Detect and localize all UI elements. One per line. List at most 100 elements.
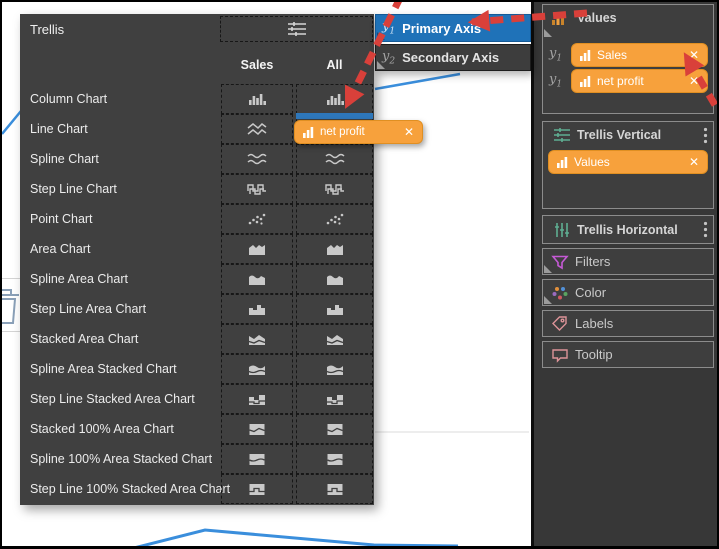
kebab-menu-icon[interactable] [703, 127, 708, 144]
menu-item-primary-axis[interactable]: y1 Primary Axis [375, 14, 531, 42]
step-line-100-stacked-area-chart-icon [247, 481, 267, 497]
section-tooltip[interactable]: Tooltip [542, 341, 714, 368]
field-pill-net-profit[interactable]: net profit ✕ [571, 69, 708, 93]
bar-series-icon [557, 156, 568, 169]
field-pill-values[interactable]: Values ✕ [548, 150, 708, 174]
bar-series-icon [580, 75, 591, 88]
chart-type-label: Spline Chart [30, 144, 99, 174]
section-color[interactable]: Color [542, 279, 714, 306]
bar-series-icon [303, 126, 314, 139]
chart-type-cell[interactable] [221, 264, 293, 294]
resize-grip-icon [544, 29, 552, 37]
chart-type-cell[interactable] [221, 324, 293, 354]
chart-type-row: Spline 100% Area Stacked Chart [20, 444, 374, 474]
step-line-chart-icon [247, 181, 267, 197]
spline-chart-icon [247, 151, 267, 167]
chart-type-cell[interactable] [296, 444, 373, 474]
trellis-icon [285, 20, 309, 38]
clipped-toolbar-button[interactable] [2, 278, 21, 332]
pill-label: net profit [597, 74, 644, 88]
chart-type-cell[interactable] [221, 474, 293, 504]
spline-100-area-stacked-chart-icon [325, 451, 345, 467]
chart-type-popup: Trellis Sales All Column ChartLine Chart… [20, 14, 374, 505]
y1-prefix: y1 [549, 46, 571, 64]
well-title: Trellis Vertical [577, 128, 661, 142]
chart-type-cell[interactable] [221, 144, 293, 174]
chart-type-label: Step Line Chart [30, 174, 117, 204]
chart-type-cell[interactable] [221, 114, 293, 144]
area-chart-icon [325, 241, 345, 257]
column-chart-icon [325, 91, 345, 107]
chart-type-cell[interactable] [296, 174, 373, 204]
chart-type-row: Spline Area Stacked Chart [20, 354, 374, 384]
chart-type-cell[interactable] [221, 384, 293, 414]
chart-type-cell[interactable] [221, 174, 293, 204]
chart-type-cell[interactable] [296, 294, 373, 324]
remove-field-icon[interactable]: ✕ [404, 125, 414, 139]
area-chart-icon [247, 241, 267, 257]
column-header-all: All [296, 58, 373, 72]
chart-type-cell[interactable] [296, 264, 373, 294]
chart-type-label: Area Chart [30, 234, 90, 264]
chart-type-label: Column Chart [30, 84, 107, 114]
chart-type-cell[interactable] [221, 84, 293, 114]
chart-type-cell[interactable] [296, 234, 373, 264]
dragged-field-pill[interactable]: net profit ✕ [294, 120, 423, 144]
step-line-area-chart-icon [247, 301, 267, 317]
column-header-sales: Sales [221, 58, 293, 72]
trellis-horizontal-well[interactable]: Trellis Horizontal [542, 215, 714, 244]
values-field-row: y1 Sales ✕ [549, 43, 708, 67]
step-line-chart-icon [325, 181, 345, 197]
chart-type-cell[interactable] [221, 414, 293, 444]
chart-type-cell[interactable] [296, 384, 373, 414]
chart-type-cell[interactable] [296, 144, 373, 174]
resize-grip-icon [377, 32, 385, 40]
chart-type-cell[interactable] [296, 204, 373, 234]
chart-type-cell[interactable] [296, 474, 373, 504]
step-line-stacked-area-chart-icon [247, 391, 267, 407]
values-bars-icon [551, 11, 575, 26]
chart-type-cell[interactable] [296, 414, 373, 444]
chart-type-cell[interactable] [221, 204, 293, 234]
remove-field-icon[interactable]: ✕ [689, 48, 699, 62]
stacked-area-chart-icon [247, 331, 267, 347]
chart-type-cell[interactable] [296, 84, 373, 114]
chart-type-row: Point Chart [20, 204, 374, 234]
stacked-100-area-chart-icon [325, 421, 345, 437]
trellis-label: Trellis [30, 22, 64, 37]
drop-indicator-bar [296, 113, 373, 119]
kebab-menu-icon[interactable] [703, 221, 708, 238]
chart-type-row: Stacked 100% Area Chart [20, 414, 374, 444]
well-title: Values [577, 11, 617, 25]
chart-type-cell[interactable] [221, 354, 293, 384]
step-line-100-stacked-area-chart-icon [325, 481, 345, 497]
field-pill-sales[interactable]: Sales ✕ [571, 43, 708, 67]
chart-type-label: Spline 100% Area Stacked Chart [30, 444, 212, 474]
resize-grip-icon [544, 296, 552, 304]
axis-dropdown-menu: y1 Primary Axis y2 Secondary Axis [375, 14, 531, 71]
point-chart-icon [247, 211, 267, 227]
tag-icon [551, 315, 575, 332]
chart-type-cell[interactable] [296, 354, 373, 384]
chart-type-cell[interactable] [221, 234, 293, 264]
resize-grip-icon [377, 61, 385, 69]
chart-type-row: Step Line Stacked Area Chart [20, 384, 374, 414]
section-labels[interactable]: Labels [542, 310, 714, 337]
chart-type-label: Step Line Stacked Area Chart [30, 384, 195, 414]
chart-type-cell[interactable] [296, 324, 373, 354]
spline-100-area-stacked-chart-icon [247, 451, 267, 467]
remove-field-icon[interactable]: ✕ [689, 155, 699, 169]
remove-field-icon[interactable]: ✕ [689, 74, 699, 88]
trellis-vertical-icon [551, 126, 575, 144]
step-line-stacked-area-chart-icon [325, 391, 345, 407]
menu-item-secondary-axis[interactable]: y2 Secondary Axis [375, 44, 531, 71]
chart-type-cell[interactable] [221, 294, 293, 324]
well-title: Trellis Horizontal [577, 223, 678, 237]
chart-type-label: Step Line 100% Stacked Area Chart [30, 474, 230, 504]
trellis-button[interactable] [220, 16, 373, 42]
chart-type-label: Stacked 100% Area Chart [30, 414, 174, 444]
chart-type-cell[interactable] [221, 444, 293, 474]
y1-prefix: y1 [549, 72, 571, 90]
resize-grip-icon [544, 265, 552, 273]
section-filters[interactable]: Filters [542, 248, 714, 275]
